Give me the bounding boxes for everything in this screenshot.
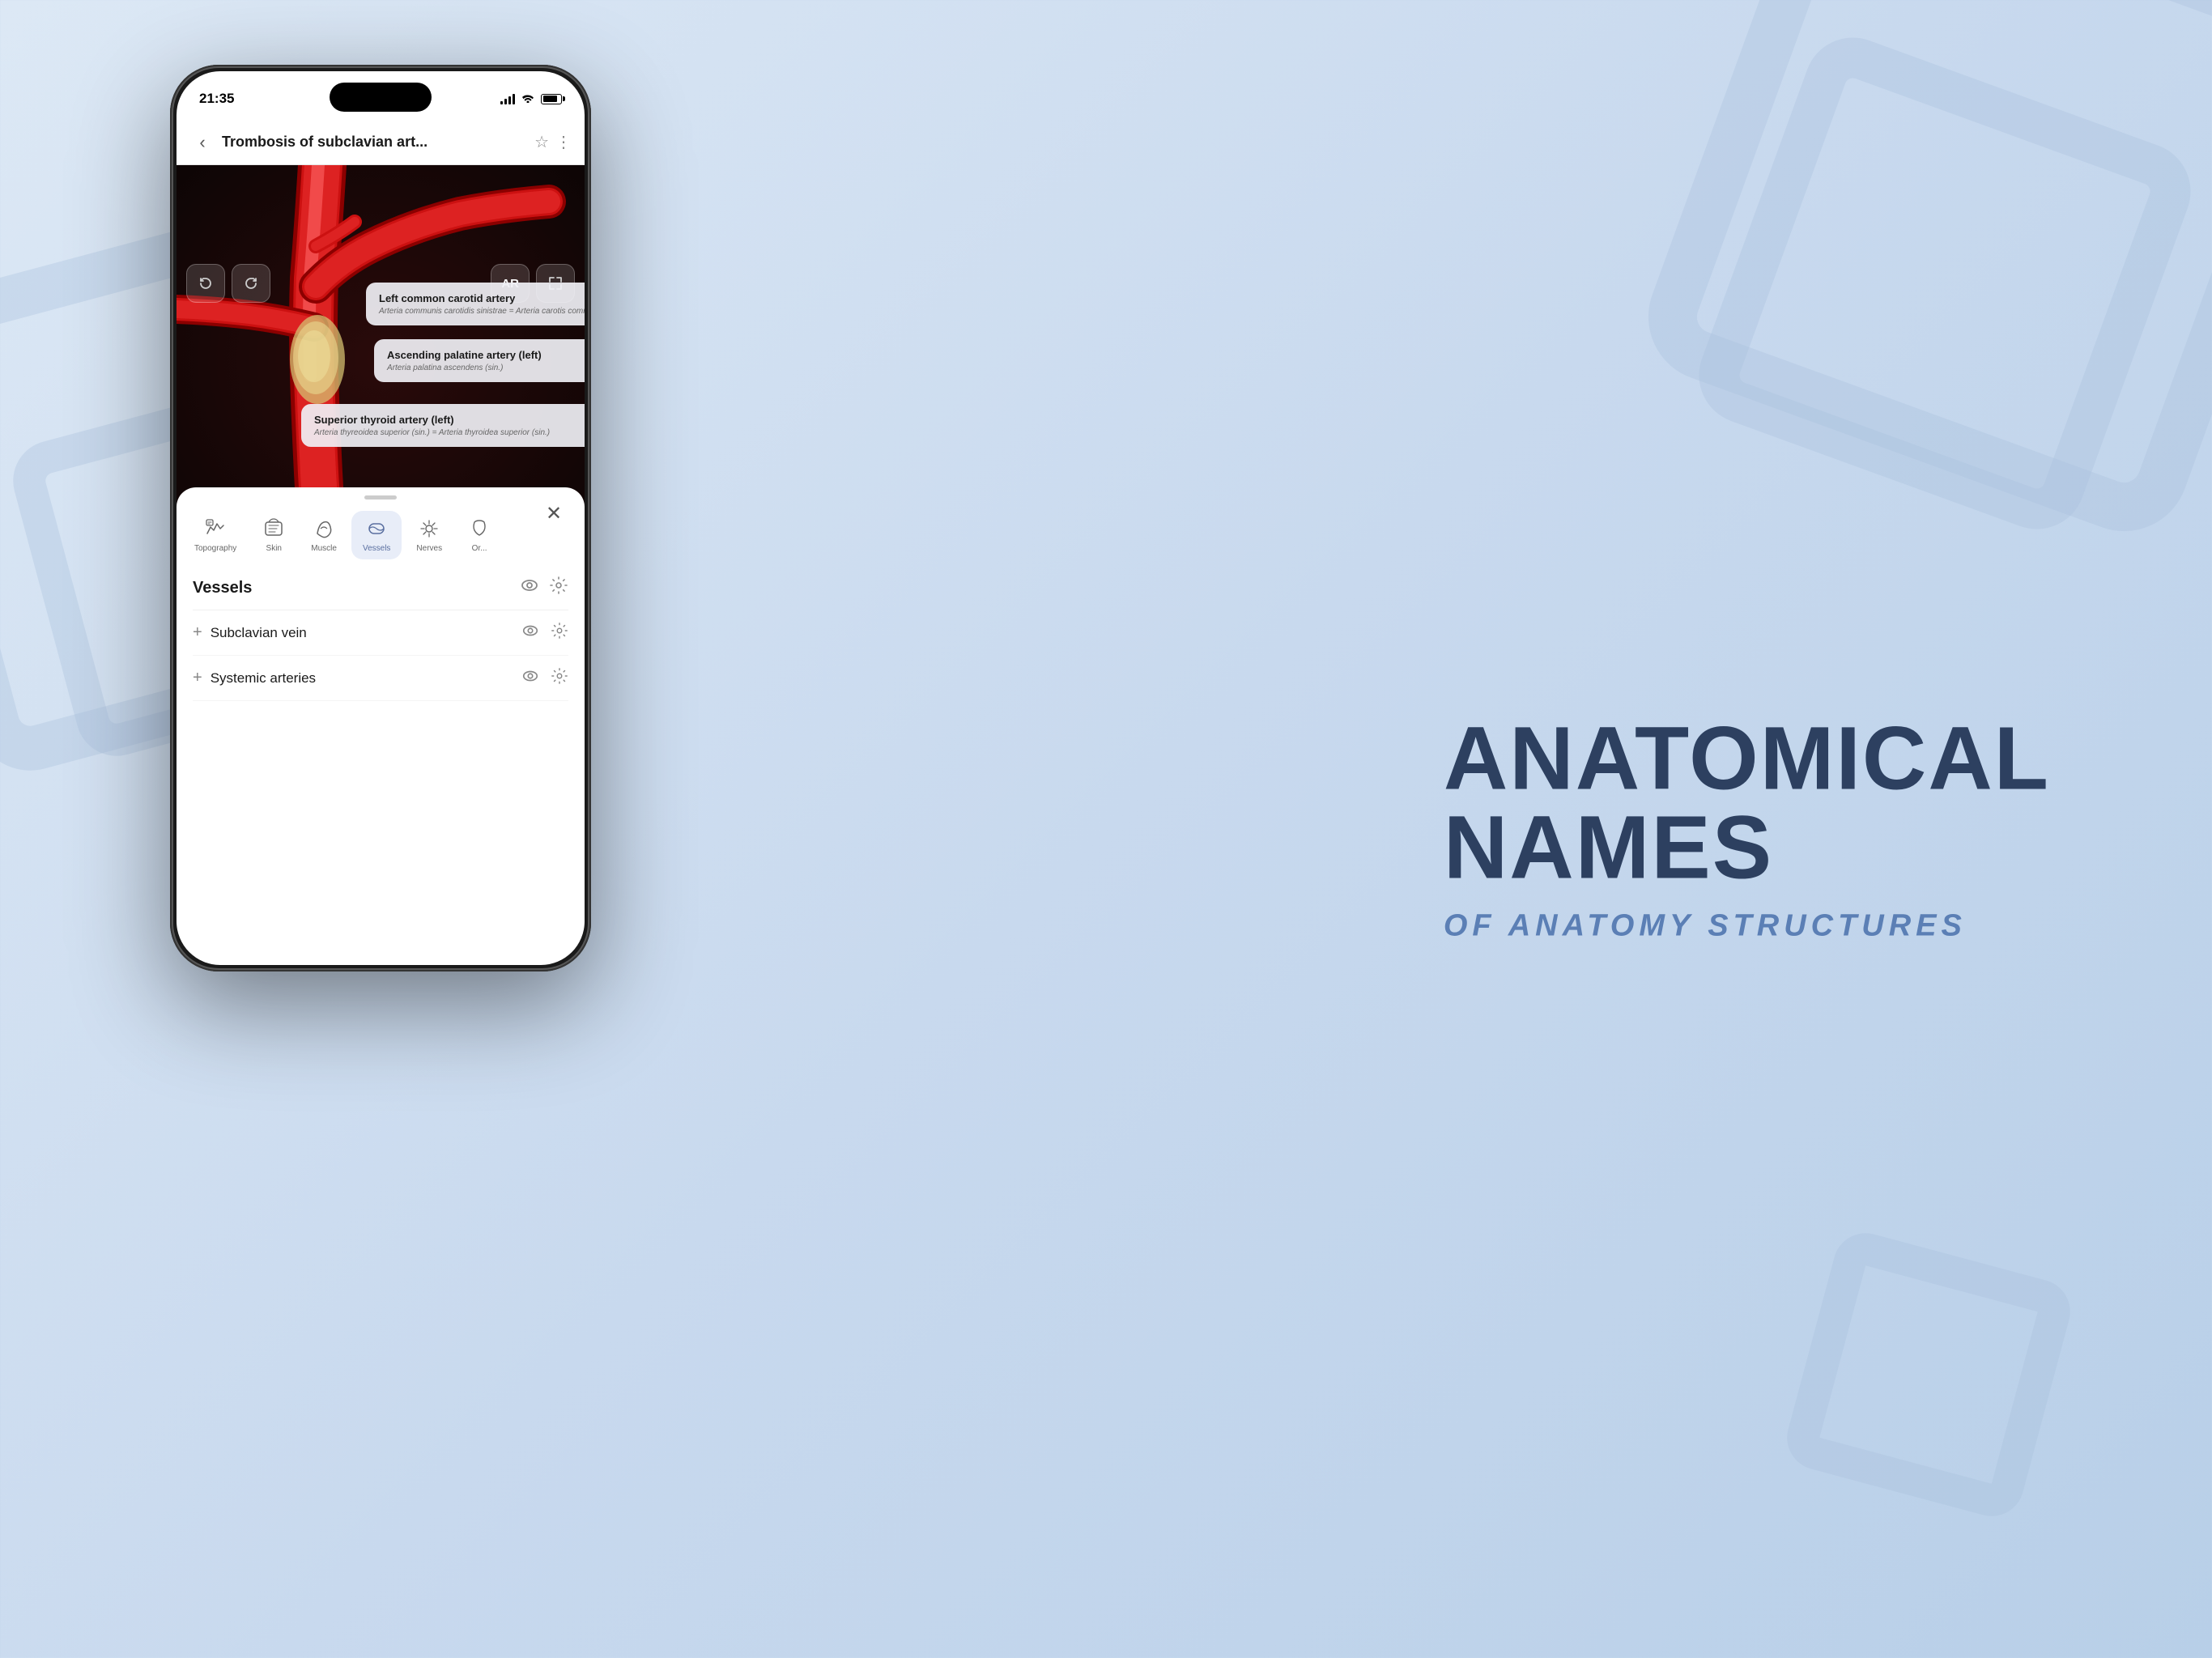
anatomy-label-3: Superior thyroid artery (left) Arteria t… <box>301 404 585 447</box>
visibility-toggle[interactable] <box>520 576 539 600</box>
status-icons <box>500 87 562 105</box>
item-visibility[interactable] <box>521 667 539 689</box>
tab-muscle-label: Muscle <box>311 544 337 553</box>
tab-skin-label: Skin <box>266 544 282 553</box>
list-item-systemic-arteries[interactable]: + Systemic arteries <box>193 656 568 701</box>
status-time: 21:35 <box>199 84 234 107</box>
tab-muscle[interactable]: Muscle <box>300 511 348 559</box>
tab-topography-label: Topography <box>194 544 236 553</box>
right-text-block: ANATOMICAL NAMES OF ANATOMY STRUCTURES <box>1444 715 2050 944</box>
tab-skin[interactable]: Skin <box>251 511 296 559</box>
sheet-content: Vessels + <box>177 566 585 701</box>
favorite-button[interactable]: ☆ <box>534 132 549 152</box>
view-toolbar-left <box>186 264 270 303</box>
signal-icon <box>500 93 515 104</box>
undo-button[interactable] <box>186 264 225 303</box>
item-settings[interactable] <box>551 667 568 689</box>
anatomy-label-1: Left common carotid artery Arteria commu… <box>366 283 585 325</box>
phone-mockup: 21:35 ‹ <box>170 65 591 915</box>
navigation-bar: ‹ Trombosis of subclavian art... ☆ ⋮ <box>177 120 585 165</box>
tab-vessels-label: Vessels <box>363 544 390 553</box>
dynamic-island <box>330 83 432 112</box>
main-title-line2: NAMES <box>1444 804 2050 893</box>
item-settings[interactable] <box>551 622 568 644</box>
expand-icon[interactable]: + <box>193 669 202 687</box>
settings-icon[interactable] <box>549 576 568 600</box>
nav-title: Trombosis of subclavian art... <box>222 134 528 151</box>
expand-icon[interactable]: + <box>193 623 202 642</box>
phone-screen: 21:35 ‹ <box>177 71 585 965</box>
tab-topography[interactable]: Topography <box>183 511 248 559</box>
phone-frame: 21:35 ‹ <box>170 65 591 971</box>
tab-nerves[interactable]: Nerves <box>405 511 453 559</box>
item-label: Subclavian vein <box>211 625 307 641</box>
redo-button[interactable] <box>232 264 270 303</box>
section-title: Vessels <box>193 579 252 597</box>
sub-title: OF ANATOMY STRUCTURES <box>1444 909 2050 944</box>
list-item-subclavian-vein[interactable]: + Subclavian vein <box>193 610 568 656</box>
bg-shape-3 <box>1780 1226 2077 1523</box>
battery-icon <box>541 94 562 104</box>
section-actions <box>520 576 568 600</box>
more-button[interactable]: ⋮ <box>555 132 572 152</box>
anatomy-label-2: Ascending palatine artery (left) Arteria… <box>374 339 585 382</box>
item-visibility[interactable] <box>521 622 539 644</box>
tab-vessels[interactable]: Vessels <box>351 511 402 559</box>
layer-tab-bar: Topography Skin <box>177 500 585 566</box>
item-actions <box>521 667 568 689</box>
close-button[interactable]: ✕ <box>539 499 568 528</box>
tab-organs-label: Or... <box>472 544 487 553</box>
item-label: Systemic arteries <box>211 670 316 687</box>
main-title-line1: ANATOMICAL <box>1444 715 2050 804</box>
bottom-sheet: ✕ Topography <box>177 487 585 965</box>
wifi-icon <box>521 93 534 105</box>
tab-organs[interactable]: Or... <box>457 511 502 559</box>
tab-nerves-label: Nerves <box>416 544 442 553</box>
back-button[interactable]: ‹ <box>189 132 215 153</box>
section-header: Vessels <box>193 566 568 610</box>
item-actions <box>521 622 568 644</box>
